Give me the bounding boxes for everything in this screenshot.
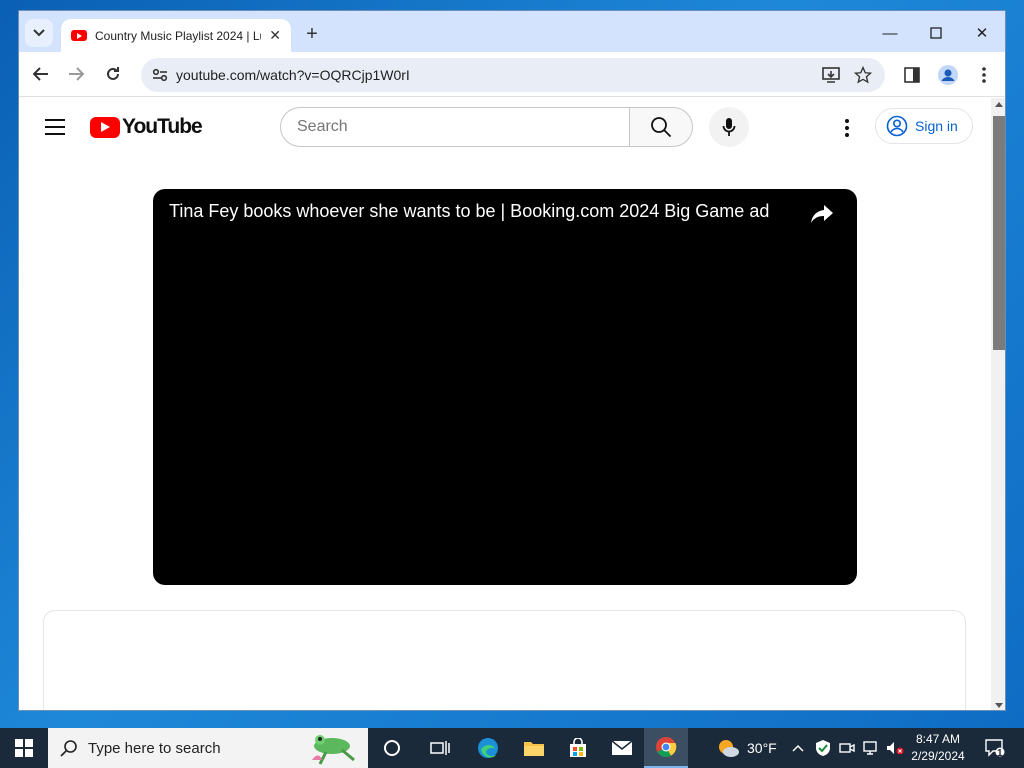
search-icon [651,117,672,138]
reload-icon [107,67,119,80]
network-tray-button[interactable] [860,728,882,768]
meet-now-tray-button[interactable] [836,728,858,768]
search-input[interactable] [297,108,617,146]
video-title[interactable]: Tina Fey books whoever she wants to be |… [169,201,769,222]
taskbar-search-box[interactable]: Type here to search [48,728,368,768]
settings-more-icon[interactable] [835,116,859,140]
video-player[interactable]: Tina Fey books whoever she wants to be |… [153,189,857,585]
bookmark-star-icon[interactable] [853,66,873,84]
maximize-button[interactable] [913,19,959,47]
voice-search-button[interactable] [709,107,749,147]
camera-icon [839,743,855,753]
scrollbar-thumb[interactable] [993,116,1005,350]
edge-icon [478,738,498,758]
youtube-page: YouTube Sign in Tina Fey books whoever s… [19,98,991,710]
clock-date: 2/29/2024 [911,749,965,763]
windows-logo-icon [15,739,33,757]
chevron-down-icon [33,29,45,37]
weather-widget-icon[interactable] [706,728,750,768]
close-window-button[interactable]: ✕ [959,19,1005,47]
forward-arrow-icon [69,67,84,81]
cortana-circle-icon [384,740,400,756]
account-circle-icon [886,115,908,137]
store-taskbar-button[interactable] [556,728,600,768]
mail-envelope-icon [611,740,633,755]
back-arrow-icon [33,67,48,81]
youtube-play-icon [90,116,120,138]
start-button[interactable] [0,728,48,768]
file-explorer-taskbar-button[interactable] [512,728,556,768]
youtube-logo-text: YouTube [122,115,203,138]
reload-button[interactable] [99,62,127,86]
show-hidden-icons-button[interactable] [788,728,808,768]
browser-toolbar: youtube.com/watch?v=OQRCjp1W0rI [19,52,1005,97]
scroll-down-arrow-icon[interactable] [995,703,1003,708]
forward-button[interactable] [62,62,90,86]
partly-cloudy-icon [719,740,739,757]
tab-active[interactable]: Country Music Playlist 2024 | Lu ✕ [61,19,291,52]
address-bar[interactable]: youtube.com/watch?v=OQRCjp1W0rI [141,58,885,92]
page-scrollbar[interactable] [991,98,1005,710]
notification-count: 1 [997,748,1003,759]
cortana-button[interactable] [370,728,414,768]
tab-close-icon[interactable]: ✕ [269,27,281,44]
action-center-button[interactable]: 1 [980,728,1010,768]
taskbar-search-placeholder: Type here to search [88,739,221,757]
guide-menu-icon[interactable] [45,119,65,135]
maximize-icon [930,27,942,39]
url-text: youtube.com/watch?v=OQRCjp1W0rI [176,67,410,83]
search-button[interactable] [629,107,693,147]
browser-window: Country Music Playlist 2024 | Lu ✕ + — ✕… [18,10,1006,711]
weather-temperature[interactable]: 30°F [747,740,777,756]
chrome-taskbar-button[interactable] [644,728,688,768]
tab-strip: Country Music Playlist 2024 | Lu ✕ + — ✕ [19,11,1005,52]
profile-avatar-icon[interactable] [937,64,959,86]
chevron-up-icon [792,744,804,752]
sign-in-button[interactable]: Sign in [875,108,973,144]
back-button[interactable] [27,62,55,86]
folder-icon [524,742,544,756]
system-clock[interactable]: 8:47 AM 2/29/2024 [900,731,976,765]
share-icon[interactable] [809,203,835,225]
edge-taskbar-button[interactable] [466,728,510,768]
minimize-button[interactable]: — [867,19,913,47]
new-tab-button[interactable]: + [299,21,325,47]
tab-title: Country Music Playlist 2024 | Lu [95,28,262,43]
chrome-icon [656,737,677,757]
site-settings-icon[interactable] [151,66,169,84]
browser-menu-icon[interactable] [973,64,995,86]
search-icon [60,740,77,757]
task-view-button[interactable] [418,728,462,768]
video-details-card [43,610,966,710]
scroll-up-arrow-icon[interactable] [995,102,1003,107]
microphone-icon [722,118,736,136]
security-tray-button[interactable] [812,728,834,768]
tab-search-button[interactable] [25,19,53,47]
search-highlight-frog-icon [312,735,355,765]
youtube-logo[interactable]: YouTube [90,115,203,139]
network-monitor-icon [863,741,877,755]
youtube-favicon-icon [71,30,87,41]
side-panel-icon[interactable] [901,64,923,86]
clock-time: 8:47 AM [915,732,961,746]
task-view-icon [430,741,450,755]
install-app-icon[interactable] [821,66,841,84]
search-box[interactable] [280,107,630,147]
shield-icon [816,740,830,756]
mail-taskbar-button[interactable] [600,728,644,768]
sign-in-label: Sign in [915,118,958,134]
windows-taskbar: Type here to search 30°F 8:47 AM 2/29/20… [0,728,1024,768]
store-bag-icon [570,738,586,757]
